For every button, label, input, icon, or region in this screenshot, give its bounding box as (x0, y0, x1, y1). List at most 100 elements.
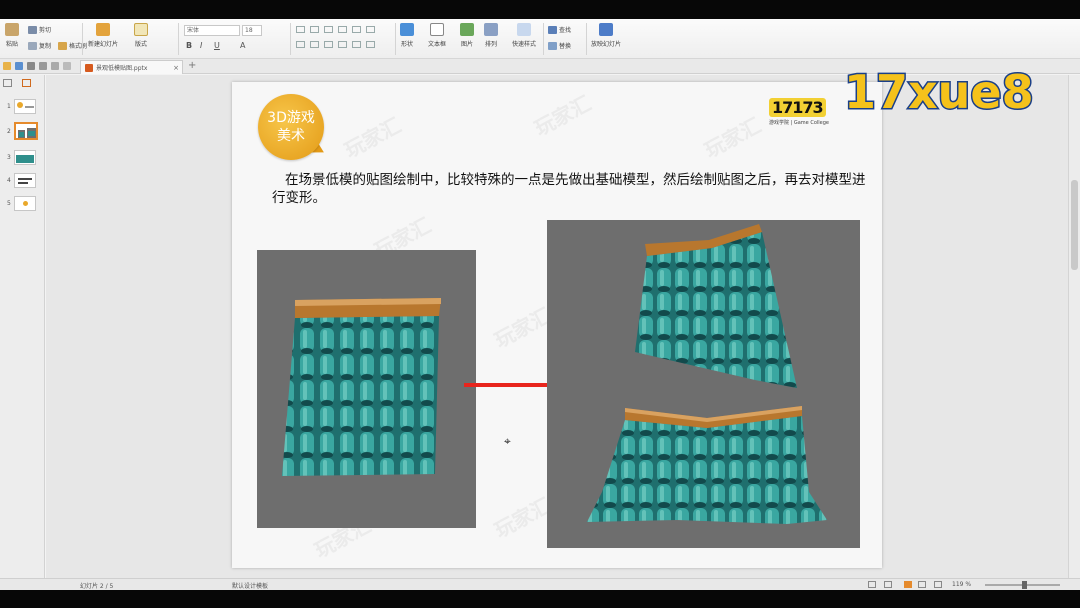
slide-thumb-image (14, 173, 36, 188)
reading-view-icon[interactable] (918, 581, 926, 588)
layout-icon (134, 23, 148, 36)
ribbon-separator (543, 23, 544, 55)
top-letterbox (0, 0, 1080, 19)
picture-icon (460, 23, 474, 36)
undo-icon[interactable] (51, 62, 59, 70)
watermark: 玩家汇 (490, 493, 555, 543)
shapes-button[interactable]: 形状 (400, 23, 414, 48)
bottom-letterbox (0, 590, 1080, 608)
slideshow-icon (599, 23, 613, 36)
font-name-field[interactable]: 宋体 (184, 25, 240, 36)
slide-thumbnail-4[interactable]: 4 (0, 173, 45, 193)
svg-text:17xue8: 17xue8 (844, 65, 1034, 119)
font-color-button[interactable]: A (240, 41, 245, 50)
slide-thumbnail-2[interactable]: 2 (0, 122, 45, 144)
scrollbar-thumb[interactable] (1071, 180, 1078, 270)
quick-styles-icon (517, 23, 531, 36)
zoom-slider-handle[interactable] (1022, 581, 1027, 589)
layout-button[interactable]: 版式 (134, 23, 148, 48)
align-right-icon[interactable] (324, 41, 333, 48)
bold-button[interactable]: B (186, 41, 192, 50)
justify-icon[interactable] (338, 41, 347, 48)
slide-counter: 幻灯片 2 / 5 (80, 583, 114, 590)
app-window: 粘贴 剪切 复制 格式刷 新建幻灯片 版式 宋体 18 B I U A 形状 文… (0, 0, 1080, 608)
watermark: 玩家汇 (490, 303, 555, 353)
brand-logo: 17173 游戏学院 | Game College (769, 98, 829, 126)
replace-button[interactable]: 替换 (548, 41, 571, 50)
close-tab-icon[interactable]: × (173, 64, 179, 72)
ribbon-separator (82, 23, 83, 55)
open-icon[interactable] (3, 62, 11, 70)
watermark: 玩家汇 (530, 91, 595, 141)
roof-tile-flat-render (282, 298, 441, 476)
slide-thumb-image (14, 99, 36, 114)
slide-sorter-icon[interactable] (904, 581, 912, 588)
redo-icon[interactable] (63, 62, 71, 70)
vertical-scrollbar[interactable] (1068, 75, 1080, 578)
slideshow-button[interactable]: 放映幻灯片 (591, 23, 621, 48)
find-button[interactable]: 查找 (548, 25, 571, 34)
slide-thumb-image (14, 122, 38, 140)
textbox-icon (430, 23, 444, 36)
bullets-icon[interactable] (296, 26, 305, 33)
slide-thumbnail-5[interactable]: 5 (0, 196, 45, 216)
align-text-icon[interactable] (366, 41, 375, 48)
save-icon[interactable] (15, 62, 23, 70)
new-slide-button[interactable]: 新建幻灯片 (88, 23, 118, 48)
line-spacing-icon[interactable] (338, 26, 347, 33)
site-logo: 17xue8 (843, 64, 1036, 121)
document-tab[interactable]: 景观低模贴图.pptx × (80, 60, 183, 74)
watermark: 玩家汇 (700, 113, 765, 163)
align-center-icon[interactable] (310, 41, 319, 48)
watermark: 玩家汇 (340, 113, 405, 163)
columns-icon[interactable] (366, 26, 375, 33)
status-bar: 幻灯片 2 / 5 默认设计模板 119 % (0, 578, 1080, 590)
pptx-file-icon (85, 63, 93, 72)
new-tab-button[interactable]: + (188, 60, 196, 71)
slide-thumb-image (14, 196, 36, 211)
print-icon[interactable] (27, 62, 35, 70)
slides-view-tab[interactable] (22, 79, 31, 87)
normal-view-icon[interactable] (884, 581, 892, 588)
underline-button[interactable]: U (214, 41, 220, 50)
ribbon-separator (395, 23, 396, 55)
mouse-cursor-icon: ⌖ (504, 434, 511, 448)
copy-button[interactable]: 复制 (28, 41, 51, 50)
zoom-level: 119 % (952, 581, 972, 588)
slideshow-view-icon[interactable] (934, 581, 942, 588)
copy-icon (28, 41, 37, 50)
italic-button[interactable]: I (200, 41, 202, 50)
replace-icon (548, 41, 557, 50)
deformed-model-image[interactable] (547, 220, 860, 548)
shapes-icon (400, 23, 414, 36)
slide-thumbnail-3[interactable]: 3 (0, 150, 45, 170)
base-model-image[interactable] (257, 250, 476, 528)
arrange-button[interactable]: 排列 (484, 23, 498, 48)
indent-icon[interactable] (324, 26, 333, 33)
text-direction-icon[interactable] (352, 26, 361, 33)
font-size-field[interactable]: 18 (242, 25, 262, 36)
paste-button[interactable]: 粘贴 (5, 23, 19, 48)
quick-styles-button[interactable]: 快速样式 (512, 23, 536, 48)
ribbon-separator (178, 23, 179, 55)
preview-icon[interactable] (39, 62, 47, 70)
slide-thumbnail-1[interactable]: 1 (0, 99, 45, 119)
notes-icon[interactable] (868, 581, 876, 588)
textbox-button[interactable]: 文本框 (428, 23, 446, 48)
new-slide-icon (96, 23, 110, 36)
slides-panel: 1 2 3 4 5 (0, 75, 45, 578)
ribbon-separator (290, 23, 291, 55)
numbering-icon[interactable] (310, 26, 319, 33)
theme-name: 默认设计模板 (232, 583, 269, 590)
distribute-icon[interactable] (352, 41, 361, 48)
cut-button[interactable]: 剪切 (28, 25, 51, 34)
arrange-icon (484, 23, 498, 36)
slide-thumb-image (14, 150, 36, 165)
align-left-icon[interactable] (296, 41, 305, 48)
picture-button[interactable]: 图片 (460, 23, 474, 48)
current-slide[interactable]: 玩家汇 玩家汇 玩家汇 玩家汇 玩家汇 玩家汇 玩家汇 玩家汇 3D游戏 美术 … (232, 82, 882, 568)
course-badge: 3D游戏 美术 (258, 94, 324, 160)
outline-view-tab[interactable] (3, 79, 12, 87)
ribbon-toolbar: 粘贴 剪切 复制 格式刷 新建幻灯片 版式 宋体 18 B I U A 形状 文… (0, 19, 1080, 59)
slide-body-text[interactable]: 在场景低模的贴图绘制中，比较特殊的一点是先做出基础模型，然后绘制贴图之后，再去对… (272, 171, 872, 207)
